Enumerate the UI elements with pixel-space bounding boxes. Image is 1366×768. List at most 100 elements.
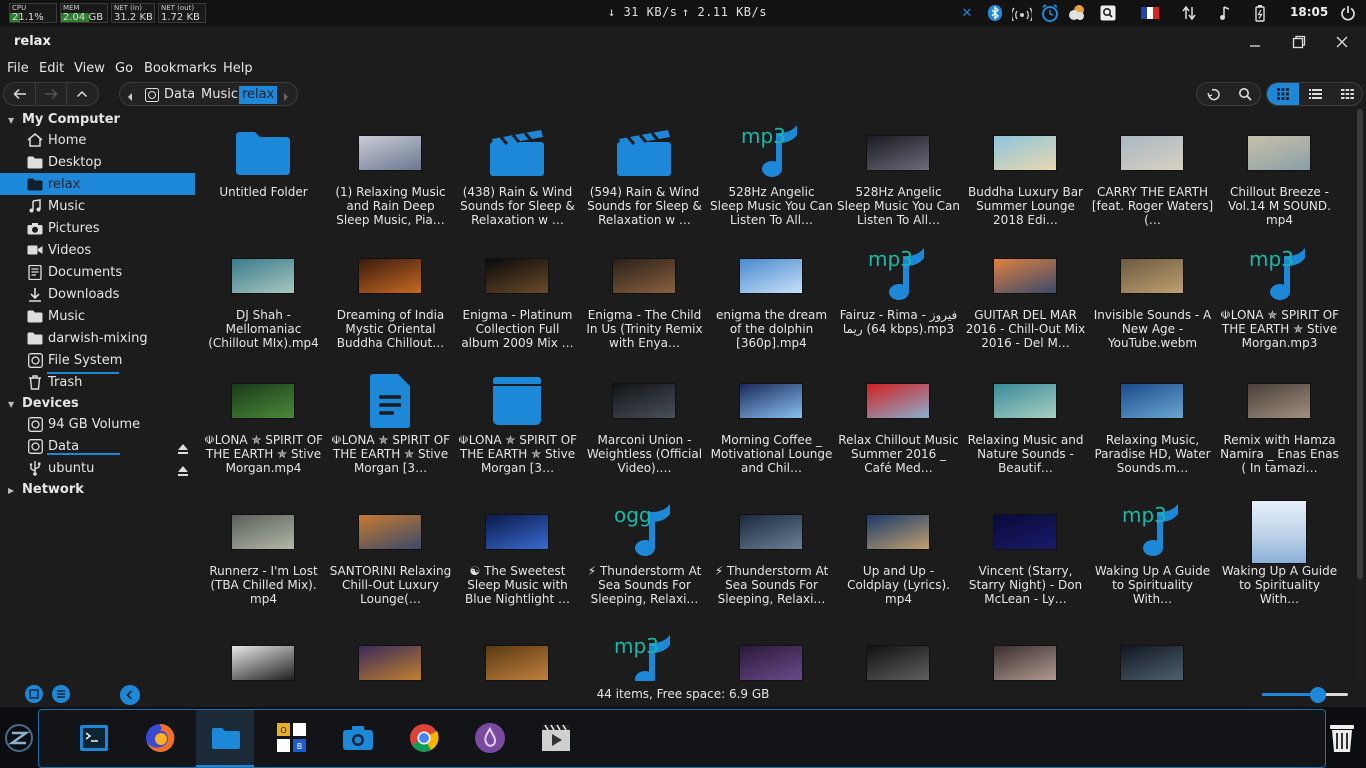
file-item[interactable]: Invisible Sounds - A New Age - YouTube.w… <box>1089 232 1216 356</box>
file-item[interactable]: Relaxing Music, Paradise HD, Water Sound… <box>1089 357 1216 481</box>
eject-icon[interactable] <box>177 462 189 476</box>
alarm-clock-icon[interactable] <box>1039 2 1061 24</box>
menu-edit[interactable]: Edit <box>39 61 64 76</box>
trash-icon[interactable] <box>1322 718 1362 758</box>
compact-view-button[interactable] <box>1331 83 1363 105</box>
sidebar-section-my-computer[interactable]: ▼ My Computer <box>8 112 120 127</box>
sidebar-item-downloads[interactable]: Downloads <box>0 283 195 305</box>
keyboard-layout-flag-icon[interactable] <box>1139 2 1161 24</box>
file-item[interactable]: mp3 Waking Up A Guide to Spirituality Wit… <box>1089 488 1216 612</box>
file-item[interactable]: mp3 528Hz Angelic Sleep Music You Can Lis… <box>708 109 835 233</box>
net-out-monitor[interactable]: NET (out) 1.72 KB <box>158 3 206 23</box>
file-item[interactable]: Relax Chillout Music Summer 2016 _ Café … <box>835 357 962 481</box>
file-item[interactable]: ☯ The Sweetest Sleep Music with Blue Nig… <box>454 488 581 612</box>
sidebar-item-videos[interactable]: Videos <box>0 239 195 261</box>
file-item[interactable]: Dreaming of India Mystic Oriental Buddha… <box>327 232 454 356</box>
media-player-icon[interactable] <box>470 718 510 758</box>
firefox-icon[interactable] <box>140 718 180 758</box>
minimize-button[interactable] <box>1241 30 1269 54</box>
file-item[interactable]: Vincent (Starry, Starry Night) - Don McL… <box>962 488 1089 612</box>
sidebar-item-music[interactable]: Music <box>0 305 195 327</box>
clock[interactable]: 18:05 <box>1290 5 1328 19</box>
video-editor-icon[interactable] <box>536 718 576 758</box>
file-item[interactable]: Marconi Union - Weightless (Official Vid… <box>581 357 708 481</box>
file-item[interactable]: DJ Shah - Mellomaniac (Chillout MIx).mp4 <box>200 232 327 356</box>
sidebar-item-music[interactable]: Music <box>0 195 195 217</box>
breadcrumb-right-arrow-icon[interactable] <box>282 88 290 107</box>
file-item[interactable] <box>708 619 835 681</box>
wifi-icon[interactable] <box>1011 2 1033 24</box>
sidebar-item-relax[interactable]: relax <box>0 173 195 195</box>
file-item[interactable]: mp3 ☫LONA ✯ SPIRIT OF THE EARTH ✯ Stive M… <box>1216 232 1343 356</box>
sidebar-section-network[interactable]: ▶ Network <box>8 482 84 497</box>
file-item[interactable] <box>835 619 962 681</box>
music-note-icon[interactable] <box>1214 2 1236 24</box>
net-in-monitor[interactable]: NET (in) 31.2 KB <box>111 3 155 23</box>
zorin-menu-icon[interactable] <box>4 723 34 757</box>
sidebar-item-file-system[interactable]: File System <box>0 349 195 371</box>
menu-help[interactable]: Help <box>223 61 253 76</box>
eject-icon[interactable] <box>177 440 189 454</box>
file-item[interactable]: (594) Rain & Wind Sounds for Sleep & Rel… <box>581 109 708 233</box>
maximize-button[interactable] <box>1285 30 1313 54</box>
file-item[interactable]: GUITAR DEL MAR 2016 - Chill-Out Mix 2016… <box>962 232 1089 356</box>
file-item[interactable]: Enigma - Platinum Collection Full album … <box>454 232 581 356</box>
close-button[interactable] <box>1328 30 1356 54</box>
cpu-monitor[interactable]: CPU 21.1% <box>9 3 57 23</box>
breadcrumb-data[interactable]: Data <box>162 86 197 104</box>
file-item[interactable]: Runnerz - I'm Lost (TBA Chilled Mix). mp… <box>200 488 327 612</box>
sidebar-section-devices[interactable]: ▼ Devices <box>8 396 79 411</box>
close-icon[interactable]: ✕ <box>956 2 978 24</box>
menu-bookmarks[interactable]: Bookmarks <box>144 61 217 76</box>
power-icon[interactable] <box>1337 2 1359 24</box>
file-item[interactable]: Relaxing Music and Nature Sounds - Beaut… <box>962 357 1089 481</box>
files-icon[interactable] <box>206 718 246 758</box>
file-item[interactable]: mp3 <box>581 619 708 681</box>
search-app-icon[interactable] <box>1097 2 1119 24</box>
screenshot-icon[interactable] <box>338 718 378 758</box>
vertical-scrollbar[interactable] <box>1357 109 1363 681</box>
forward-button[interactable] <box>35 83 66 105</box>
sidebar-item-documents[interactable]: Documents <box>0 261 195 283</box>
sidebar-item-desktop[interactable]: Desktop <box>0 151 195 173</box>
list-view-button[interactable] <box>1299 83 1331 105</box>
file-item[interactable]: CARRY THE EARTH [feat. Roger Waters] (… <box>1089 109 1216 233</box>
file-item[interactable]: Buddha Luxury Bar Summer Lounge 2018 Edi… <box>962 109 1089 233</box>
file-item[interactable] <box>454 619 581 681</box>
file-item[interactable] <box>327 619 454 681</box>
refresh-icon[interactable] <box>1197 83 1229 105</box>
icon-view-button[interactable] <box>1267 83 1299 105</box>
file-item[interactable]: ☫LONA ✯ SPIRIT OF THE EARTH ✯ Stive Morg… <box>327 357 454 481</box>
file-item[interactable]: ⚡ Thunderstorm At Sea Sounds For Sleepin… <box>708 488 835 612</box>
sidebar-item-darwish-mixing[interactable]: darwish-mixing <box>0 327 195 349</box>
battery-icon[interactable] <box>1249 2 1271 24</box>
zoom-slider-handle[interactable] <box>1309 687 1326 703</box>
file-item[interactable]: ☫LONA ✯ SPIRIT OF THE EARTH ✯ Stive Morg… <box>454 357 581 481</box>
zoom-slider[interactable] <box>1262 687 1348 703</box>
sidebar-item-ubuntu[interactable]: ubuntu <box>0 457 195 479</box>
back-button[interactable] <box>4 83 35 105</box>
weather-icon[interactable] <box>1066 2 1088 24</box>
terminal-icon[interactable] <box>74 718 114 758</box>
file-item[interactable]: Morning Coffee _ Motivational Lounge and… <box>708 357 835 481</box>
file-item[interactable]: Untitled Folder <box>200 109 327 233</box>
file-item[interactable]: (1) Relaxing Music and Rain Deep Sleep M… <box>327 109 454 233</box>
sidebar-item-trash[interactable]: Trash <box>0 371 195 393</box>
breadcrumb-relax[interactable]: relax <box>239 86 278 104</box>
todo-icon[interactable]: OB <box>272 718 312 758</box>
sidebar-item-home[interactable]: Home <box>0 129 195 151</box>
transfer-arrows-icon[interactable] <box>1178 2 1200 24</box>
file-item[interactable]: Up and Up - Coldplay (Lyrics). mp4 <box>835 488 962 612</box>
scrollbar-thumb[interactable] <box>1357 109 1363 579</box>
sidebar-item-pictures[interactable]: Pictures <box>0 217 195 239</box>
breadcrumb-music[interactable]: Music <box>199 86 240 104</box>
menu-go[interactable]: Go <box>115 61 133 76</box>
memory-monitor[interactable]: MEM 2.04 GB <box>60 3 108 23</box>
file-item[interactable]: Waking Up A Guide to Spirituality With… <box>1216 488 1343 612</box>
menu-file[interactable]: File <box>7 61 29 76</box>
file-item[interactable] <box>1089 619 1216 681</box>
sidebar-item-94-gb-volume[interactable]: 94 GB Volume <box>0 413 195 435</box>
search-icon[interactable] <box>1229 83 1261 105</box>
window-titlebar[interactable]: relax <box>0 26 1366 58</box>
file-item[interactable]: 528Hz Angelic Sleep Music You Can Listen… <box>835 109 962 233</box>
